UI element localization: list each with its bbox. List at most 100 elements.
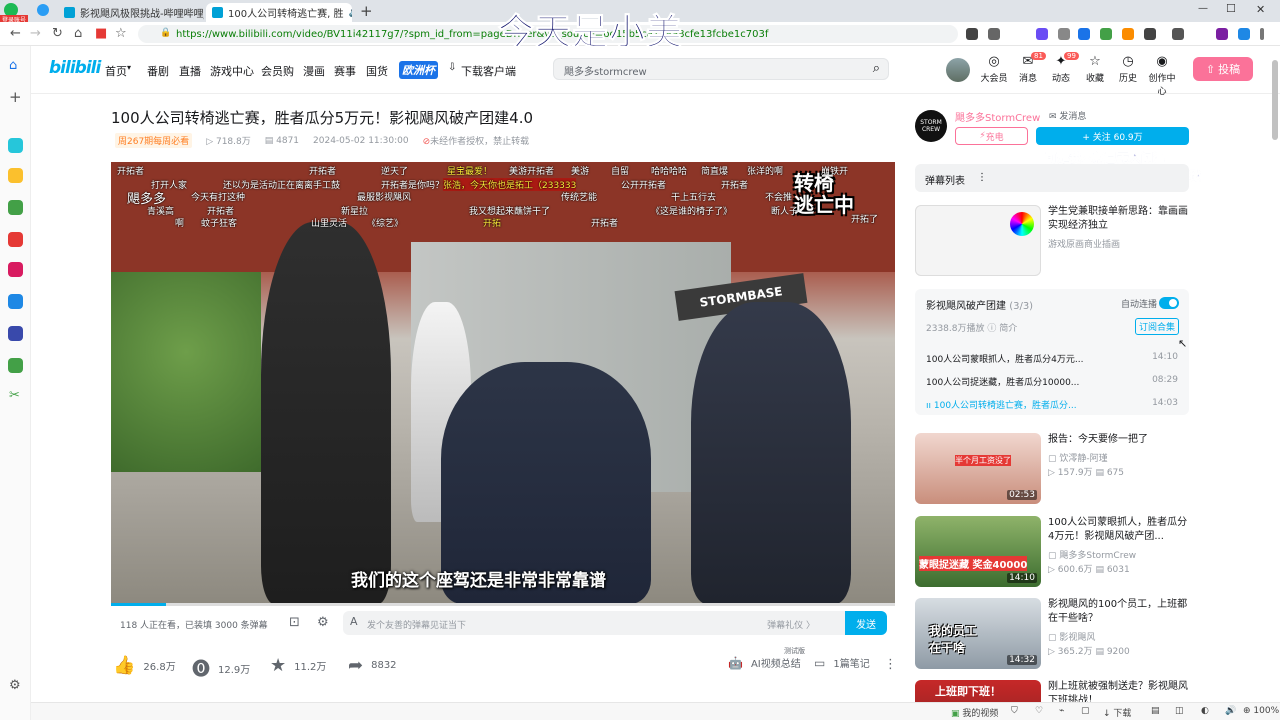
- sidebar-app-icon[interactable]: [8, 168, 23, 183]
- charge-button[interactable]: ⚡ 充电: [955, 127, 1028, 145]
- danmaku-settings-icon[interactable]: ⚙: [317, 615, 329, 630]
- follow-button[interactable]: + 关注 60.9万: [1036, 127, 1189, 145]
- recommend-title[interactable]: 报告：今天要修一把了: [1048, 433, 1188, 447]
- header-vip[interactable]: ◎ 大会员: [977, 55, 1011, 85]
- header-dynamic[interactable]: ✦ 99 动态: [1044, 52, 1079, 84]
- recommend-title[interactable]: 刚上班就被强制送走？影视飓风下班挑战！: [1048, 680, 1188, 702]
- nav-match[interactable]: 赛事: [334, 63, 356, 79]
- extension-icon[interactable]: [1058, 28, 1070, 40]
- video-player[interactable]: STORMBASE 转椅 逃亡中 开拓者 开拓者 逆天了 星宝最爱！ 美游开拓者 …: [111, 162, 895, 604]
- extension-icon[interactable]: [966, 28, 978, 40]
- telegram-icon[interactable]: [37, 4, 49, 16]
- recommend-up[interactable]: ▢ 飓多多StormCrew: [1048, 548, 1136, 561]
- nav-download-client[interactable]: 下载客户端: [461, 63, 516, 79]
- sidebar-app-icon[interactable]: [8, 138, 23, 153]
- extension-icon[interactable]: [1216, 28, 1228, 40]
- status-icon[interactable]: ♡: [1035, 706, 1043, 716]
- recommend-thumbnail[interactable]: 我的员工 在干啥 14:32: [915, 598, 1041, 669]
- nav-game[interactable]: 游戏中心: [210, 63, 254, 79]
- home-icon[interactable]: ⌂: [74, 26, 82, 41]
- notes-button[interactable]: ▭ 1篇笔记: [814, 655, 870, 671]
- favorite-button[interactable]: ★ 11.2万: [270, 655, 326, 676]
- download-icon[interactable]: [1172, 28, 1184, 40]
- recommend-title[interactable]: 100人公司蒙眼抓人，胜者瓜分4万元！影视飓风破产团...: [1048, 516, 1188, 544]
- recommend-item[interactable]: 上班即下班！ 刚上班就被强制送走？影视飓风下班挑战！: [915, 680, 1189, 702]
- danmaku-style-icon[interactable]: A: [350, 615, 358, 628]
- send-message-link[interactable]: ✉ 发消息: [1049, 109, 1086, 122]
- sidebar-app-icon[interactable]: [8, 326, 23, 341]
- nav-anime[interactable]: 番剧: [147, 63, 169, 79]
- window-close-button[interactable]: ✕: [1256, 3, 1265, 16]
- new-tab-button[interactable]: +: [360, 2, 373, 20]
- sidebar-home-icon[interactable]: ⌂: [9, 58, 17, 73]
- extension-red-icon[interactable]: ■: [95, 26, 107, 41]
- nav-comic[interactable]: 漫画: [303, 63, 325, 79]
- sidebar-scissors-icon[interactable]: ✂: [9, 388, 20, 403]
- recommend-thumbnail[interactable]: 半个月工资没了 02:53: [915, 433, 1041, 504]
- search-input[interactable]: 飓多多stormcrew ⌕: [553, 58, 889, 80]
- extension-icon[interactable]: [1036, 28, 1048, 40]
- sidebar-app-icon[interactable]: [8, 262, 23, 277]
- nav-live[interactable]: 直播: [179, 63, 201, 79]
- danmaku-input[interactable]: A 发个友善的弹幕见证当下 弹幕礼仪 〉: [343, 611, 845, 635]
- extension-icon[interactable]: [1122, 28, 1134, 40]
- episode-item[interactable]: 100人公司蒙眼抓人，胜者瓜分4万元... 14:10: [926, 352, 1178, 365]
- page-scrollbar[interactable]: [1272, 60, 1278, 140]
- nav-euro-cup[interactable]: 欧洲杯: [399, 61, 438, 79]
- header-history[interactable]: ◷ 历史: [1111, 55, 1145, 85]
- download-status[interactable]: ↓ 下载: [1103, 706, 1131, 719]
- episode-item[interactable]: 100人公司捉迷藏，胜者瓜分10000... 08:29: [926, 375, 1178, 388]
- window-maximize-button[interactable]: ☐: [1226, 2, 1236, 15]
- window-minimize-button[interactable]: —: [1198, 3, 1208, 14]
- recommend-item[interactable]: 学生党兼职接单新思路：靠画画实现经济独立 游戏原画商业插画: [915, 205, 1189, 277]
- status-icon[interactable]: ◫: [1175, 706, 1184, 716]
- episode-item-current[interactable]: ıı 100人公司转椅逃亡赛，胜者瓜分... 14:03: [926, 398, 1178, 411]
- recommend-item[interactable]: 蒙眼捉迷藏 奖金40000 14:10 100人公司蒙眼抓人，胜者瓜分4万元！影…: [915, 516, 1189, 588]
- status-icon[interactable]: ⛉: [1011, 706, 1018, 716]
- danmaku-etiquette-link[interactable]: 弹幕礼仪 〉: [767, 618, 815, 631]
- more-icon[interactable]: ⋮: [884, 657, 897, 672]
- subscribe-collection-button[interactable]: 订阅合集: [1134, 318, 1179, 335]
- zoom-level[interactable]: ⊕ 100%: [1243, 706, 1279, 716]
- header-message[interactable]: ✉ 81 消息: [1011, 52, 1046, 84]
- tab-active[interactable]: 100人公司转椅逃亡赛, 胜 🔊 ✕: [206, 3, 352, 22]
- weekly-badge[interactable]: 周267期每周必看: [115, 133, 193, 148]
- share-button[interactable]: ➦ 8832: [348, 655, 397, 676]
- recommend-title[interactable]: 学生党兼职接单新思路：靠画画实现经济独立: [1048, 205, 1188, 233]
- tab-first[interactable]: 影视飓风极限挑战-哔哩哔哩_bilib ✕: [58, 3, 204, 22]
- coin-button[interactable]: ⓿ 12.9万: [192, 655, 250, 681]
- recommend-title[interactable]: 影视飓风的100个员工，上班都在干些啥？: [1048, 598, 1188, 626]
- extension-icon[interactable]: [1100, 28, 1112, 40]
- sidebar-app-icon[interactable]: [8, 358, 23, 373]
- status-icon[interactable]: ▢: [1081, 706, 1090, 716]
- more-icon[interactable]: ⋮: [977, 172, 987, 183]
- up-avatar[interactable]: STORM CREW: [915, 110, 947, 142]
- recommend-item[interactable]: 我的员工 在干啥 14:32 影视飓风的100个员工，上班都在干些啥？ ▢ 影视…: [915, 598, 1189, 670]
- search-icon[interactable]: ⌕: [873, 61, 880, 76]
- lock-icon[interactable]: 🔒: [160, 28, 171, 38]
- collection-title[interactable]: 影视飓风破产团建 (3/3): [926, 297, 1033, 312]
- extension-icon[interactable]: [988, 28, 1000, 40]
- sidebar-app-icon[interactable]: [8, 232, 23, 247]
- extension-icon[interactable]: [1144, 28, 1156, 40]
- like-button[interactable]: 👍 26.8万: [113, 655, 176, 676]
- recommend-up[interactable]: ▢ 影视飓风: [1048, 630, 1095, 643]
- recommend-item[interactable]: 半个月工资没了 02:53 报告：今天要修一把了 ▢ 饮澪静-阿瑾 ▷ 157.…: [915, 433, 1189, 505]
- sidebar-settings-icon[interactable]: ⚙: [9, 678, 21, 693]
- up-name[interactable]: 飓多多StormCrew: [955, 109, 1040, 124]
- back-icon[interactable]: ←: [10, 26, 21, 41]
- status-icon[interactable]: ◐: [1201, 706, 1209, 716]
- recommend-thumbnail[interactable]: 蒙眼捉迷藏 奖金40000 14:10: [915, 516, 1041, 587]
- bilibili-logo[interactable]: bilibili: [49, 58, 101, 78]
- sidebar-app-icon[interactable]: [8, 200, 23, 215]
- video-progress-bar[interactable]: [111, 603, 895, 606]
- menu-icon[interactable]: [1260, 28, 1264, 40]
- forward-icon[interactable]: →: [30, 26, 41, 41]
- status-icon[interactable]: ▤: [1151, 706, 1160, 716]
- volume-icon[interactable]: 🔊: [1225, 706, 1236, 716]
- my-video-link[interactable]: ▣ 我的视频: [951, 706, 998, 719]
- recommend-thumbnail[interactable]: 上班即下班！: [915, 680, 1041, 702]
- bookmark-star-icon[interactable]: ☆: [115, 26, 127, 41]
- tab-audio-icon[interactable]: 🔊: [348, 8, 352, 18]
- ai-summary-button[interactable]: 🤖 AI视频总结: [728, 655, 801, 671]
